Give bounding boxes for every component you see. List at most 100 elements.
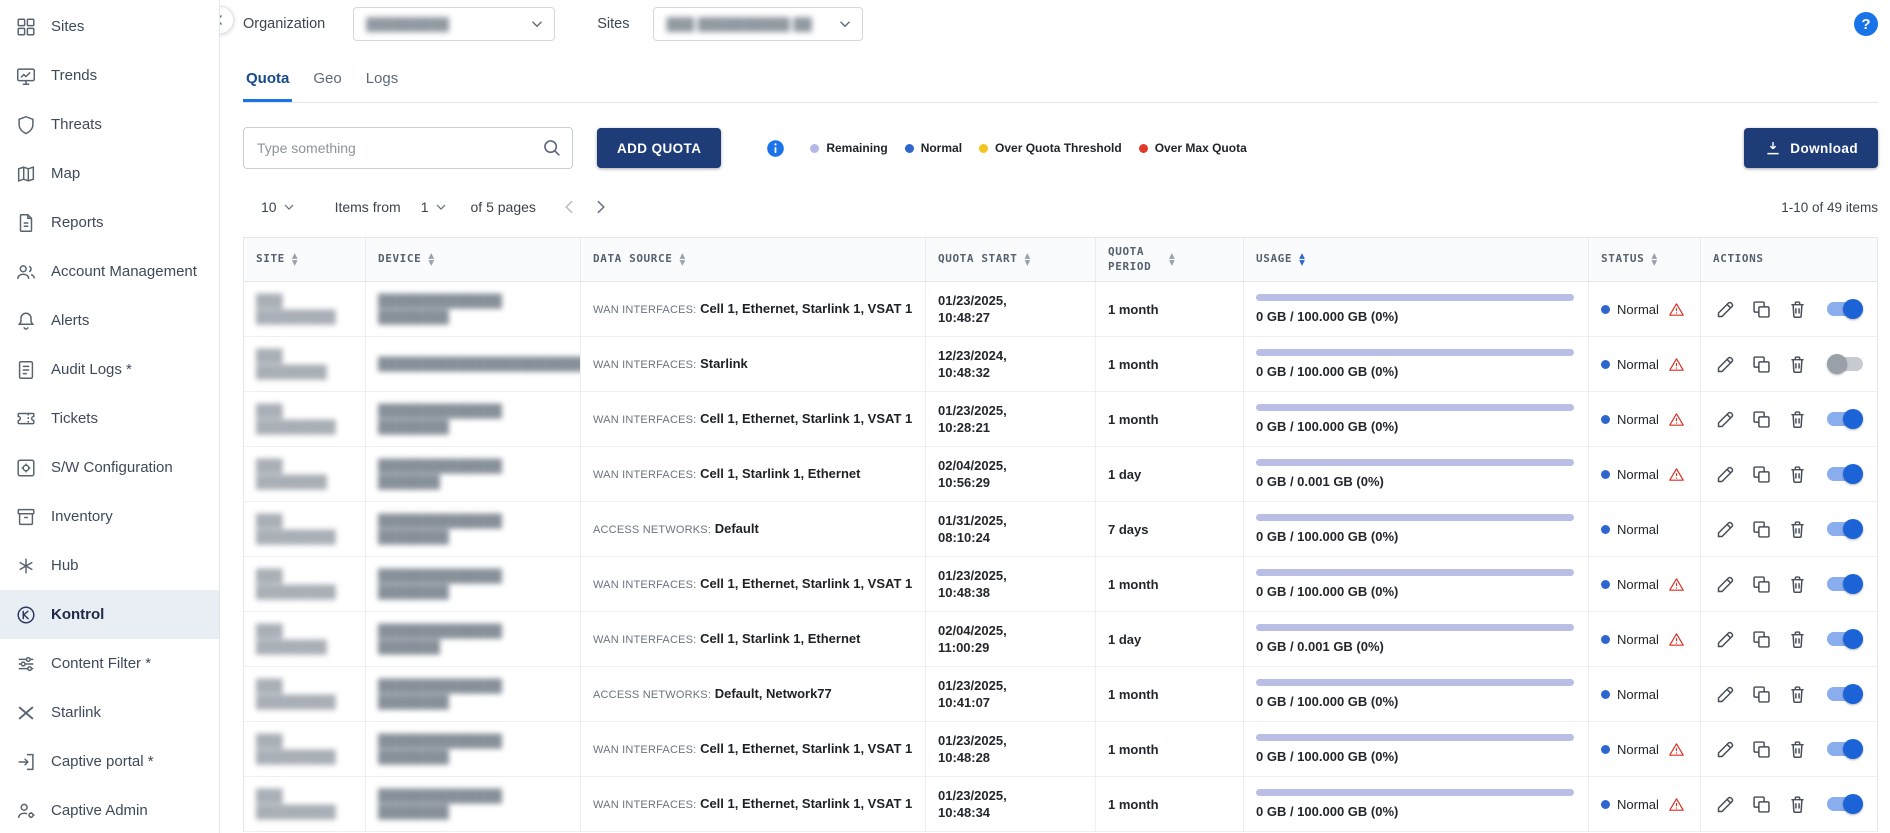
- sidebar-item-sw-configuration[interactable]: S/W Configuration: [0, 443, 219, 492]
- sidebar-item-audit-logs[interactable]: Audit Logs *: [0, 345, 219, 394]
- col-header-usage[interactable]: USAGE ▲▼: [1244, 238, 1589, 281]
- sidebar-item-label: Kontrol: [51, 606, 104, 623]
- legend-item-normal: Normal: [905, 141, 962, 155]
- over-quota-warning-icon[interactable]: [1668, 301, 1685, 318]
- over-quota-warning-icon[interactable]: [1668, 356, 1685, 373]
- sidebar-item-trends[interactable]: Trends: [0, 51, 219, 100]
- edit-button[interactable]: [1715, 684, 1736, 705]
- over-quota-warning-icon[interactable]: [1668, 576, 1685, 593]
- enabled-toggle[interactable]: [1827, 574, 1863, 594]
- tab-quota[interactable]: Quota: [243, 60, 292, 102]
- usage-cell: 0 GB / 100.000 GB (0%): [1244, 502, 1589, 556]
- page-size-select[interactable]: 10: [257, 199, 301, 215]
- over-quota-warning-icon[interactable]: [1668, 411, 1685, 428]
- main-content: Organization █████████ Sites ███ ███████…: [220, 0, 1890, 833]
- col-header-quota-period[interactable]: QUOTA PERIOD ▲▼: [1096, 238, 1244, 281]
- sidebar-item-alerts[interactable]: Alerts: [0, 296, 219, 345]
- edit-button[interactable]: [1715, 299, 1736, 320]
- enabled-toggle[interactable]: [1827, 739, 1863, 759]
- download-button[interactable]: Download: [1744, 128, 1878, 168]
- col-header-data-source[interactable]: DATA SOURCE ▲▼: [581, 238, 926, 281]
- enabled-toggle[interactable]: [1827, 684, 1863, 704]
- delete-button[interactable]: [1787, 739, 1808, 760]
- delete-button[interactable]: [1787, 354, 1808, 375]
- delete-button[interactable]: [1787, 464, 1808, 485]
- search-input[interactable]: [243, 127, 573, 169]
- over-quota-warning-icon[interactable]: [1668, 741, 1685, 758]
- add-quota-button[interactable]: ADD QUOTA: [597, 128, 721, 168]
- sidebar-item-threats[interactable]: Threats: [0, 100, 219, 149]
- edit-button[interactable]: [1715, 354, 1736, 375]
- device-cell: ██████████████ ████████: [366, 557, 581, 611]
- info-icon[interactable]: [765, 138, 786, 159]
- delete-button[interactable]: [1787, 299, 1808, 320]
- device-redacted-text: ██████████████ ████████: [378, 513, 502, 545]
- delete-button[interactable]: [1787, 574, 1808, 595]
- sidebar-item-captive-portal[interactable]: Captive portal *: [0, 737, 219, 786]
- sidebar-item-tickets[interactable]: Tickets: [0, 394, 219, 443]
- copy-button[interactable]: [1751, 354, 1772, 375]
- sidebar-item-captive-admin[interactable]: Captive Admin: [0, 786, 219, 833]
- sidebar-item-account-management[interactable]: Account Management: [0, 247, 219, 296]
- edit-button[interactable]: [1715, 519, 1736, 540]
- status-cell: Normal: [1589, 337, 1701, 391]
- over-quota-warning-icon[interactable]: [1668, 631, 1685, 648]
- enabled-toggle[interactable]: [1827, 629, 1863, 649]
- sidebar-item-hub[interactable]: Hub: [0, 541, 219, 590]
- edit-button[interactable]: [1715, 739, 1736, 760]
- col-header-device[interactable]: DEVICE ▲▼: [366, 238, 581, 281]
- sidebar-item-content-filter[interactable]: Content Filter *: [0, 639, 219, 688]
- enabled-toggle[interactable]: [1827, 409, 1863, 429]
- copy-button[interactable]: [1751, 629, 1772, 650]
- delete-button[interactable]: [1787, 794, 1808, 815]
- enabled-toggle[interactable]: [1827, 519, 1863, 539]
- sidebar-item-starlink[interactable]: Starlink: [0, 688, 219, 737]
- delete-button[interactable]: [1787, 409, 1808, 430]
- over-quota-warning-icon[interactable]: [1668, 796, 1685, 813]
- copy-button[interactable]: [1751, 299, 1772, 320]
- enabled-toggle[interactable]: [1827, 299, 1863, 319]
- col-header-quota-start[interactable]: QUOTA START ▲▼: [926, 238, 1096, 281]
- copy-button[interactable]: [1751, 574, 1772, 595]
- tab-geo[interactable]: Geo: [310, 60, 344, 102]
- next-page-button[interactable]: [590, 197, 610, 217]
- status-dot-icon: [1601, 580, 1610, 589]
- usage-cell: 0 GB / 100.000 GB (0%): [1244, 337, 1589, 391]
- tab-logs[interactable]: Logs: [363, 60, 402, 102]
- delete-button[interactable]: [1787, 629, 1808, 650]
- quota-start-cell: 02/04/2025, 10:56:29: [926, 447, 1096, 501]
- over-quota-warning-icon[interactable]: [1668, 466, 1685, 483]
- data-source-value: Cell 1, Starlink 1, Ethernet: [700, 466, 860, 481]
- enabled-toggle[interactable]: [1827, 354, 1863, 374]
- usage-text: 0 GB / 100.000 GB (0%): [1256, 804, 1578, 819]
- edit-button[interactable]: [1715, 794, 1736, 815]
- sidebar-item-map[interactable]: Map: [0, 149, 219, 198]
- page-number-select[interactable]: 1: [417, 199, 453, 215]
- copy-button[interactable]: [1751, 794, 1772, 815]
- edit-button[interactable]: [1715, 574, 1736, 595]
- sidebar-item-kontrol[interactable]: Kontrol: [0, 590, 219, 639]
- col-header-status[interactable]: STATUS ▲▼: [1589, 238, 1701, 281]
- edit-button[interactable]: [1715, 409, 1736, 430]
- enabled-toggle[interactable]: [1827, 464, 1863, 484]
- previous-page-button[interactable]: [560, 197, 580, 217]
- help-button[interactable]: ?: [1854, 12, 1878, 36]
- delete-button[interactable]: [1787, 519, 1808, 540]
- sidebar-item-reports[interactable]: Reports: [0, 198, 219, 247]
- sites-select[interactable]: ███ ██████████ ██: [653, 7, 863, 41]
- copy-button[interactable]: [1751, 739, 1772, 760]
- copy-button[interactable]: [1751, 684, 1772, 705]
- copy-button[interactable]: [1751, 519, 1772, 540]
- organization-select[interactable]: █████████: [353, 7, 555, 41]
- edit-button[interactable]: [1715, 629, 1736, 650]
- copy-button[interactable]: [1751, 409, 1772, 430]
- enabled-toggle[interactable]: [1827, 794, 1863, 814]
- sidebar-item-inventory[interactable]: Inventory: [0, 492, 219, 541]
- copy-button[interactable]: [1751, 464, 1772, 485]
- search-icon[interactable]: [541, 137, 563, 159]
- collapse-sidebar-button[interactable]: [220, 6, 234, 34]
- col-header-site[interactable]: SITE ▲▼: [244, 238, 366, 281]
- delete-button[interactable]: [1787, 684, 1808, 705]
- sidebar-item-sites[interactable]: Sites: [0, 2, 219, 51]
- edit-button[interactable]: [1715, 464, 1736, 485]
